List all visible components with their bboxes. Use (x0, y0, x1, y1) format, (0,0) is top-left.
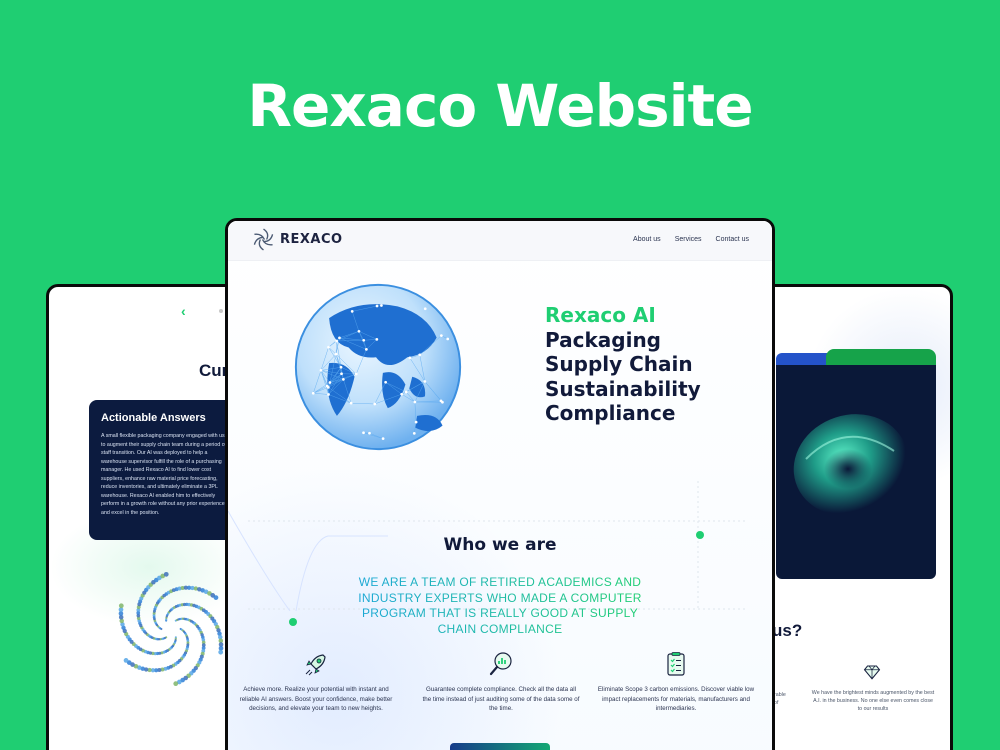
nav-menu: About us Services Contact us (633, 236, 749, 243)
mission-statement: WE ARE A TEAM OF RETIRED ACADEMICS AND I… (355, 575, 645, 637)
spiral-graphic (118, 571, 224, 687)
feature-item: Eliminate Scope 3 carbon emissions. Disc… (596, 651, 756, 714)
hero-accent-line: Rexaco AI (545, 303, 656, 327)
glass-orb-graphic (793, 414, 909, 516)
globe-network-graphic (294, 283, 462, 451)
answers-title: Actionable Answers (101, 412, 206, 424)
accent-dot (289, 618, 297, 626)
nav-link-about[interactable]: About us (633, 236, 661, 243)
feature-item: Guarantee complete compliance. Check all… (421, 651, 581, 714)
pagination-dot[interactable] (219, 309, 223, 313)
main-preview-card: REXACO About us Services Contact us Rexa… (225, 218, 775, 750)
answers-body: A small flexible packaging company engag… (101, 433, 227, 516)
hero-line: Supply Chain (545, 352, 693, 376)
feature-text: rable of (774, 692, 786, 706)
feature-text: Eliminate Scope 3 carbon emissions. Disc… (597, 686, 755, 712)
feature-text: Guarantee complete compliance. Check all… (422, 686, 580, 712)
hero-line: Sustainability (545, 376, 701, 401)
panel-tab (826, 349, 936, 365)
feature-text: Achieve more. Realize your potential wit… (239, 686, 393, 712)
checklist-icon (667, 652, 685, 676)
dark-media-panel (776, 365, 936, 579)
chart-magnifier-icon (489, 652, 512, 676)
banner-title: Rexaco Website (247, 72, 753, 140)
hero-line: Packaging (545, 327, 661, 352)
back-arrow-icon[interactable]: ‹ (181, 303, 186, 319)
section-heading: Cur (199, 361, 229, 380)
cta-button[interactable] (450, 743, 550, 750)
rexaco-logo-icon[interactable] (251, 227, 276, 252)
who-we-are-title: Who we are (443, 535, 557, 555)
hero-headline: Rexaco AI Packaging Supply Chain Sustain… (545, 303, 701, 426)
nav-link-contact[interactable]: Contact us (716, 236, 749, 243)
section-heading: us? (772, 621, 803, 640)
hero-line: Compliance (545, 401, 676, 425)
logo-wordmark[interactable]: REXACO (280, 232, 343, 247)
feature-item: Achieve more. Realize your potential wit… (236, 651, 396, 714)
feature-text: We have the brightest minds augmented by… (811, 690, 935, 712)
diamond-icon (863, 665, 881, 680)
actionable-answers-panel: Actionable Answers A small flexible pack… (89, 400, 239, 540)
rocket-icon (305, 654, 326, 676)
nav-link-services[interactable]: Services (675, 236, 702, 243)
top-navbar: REXACO About us Services Contact us (228, 221, 772, 261)
